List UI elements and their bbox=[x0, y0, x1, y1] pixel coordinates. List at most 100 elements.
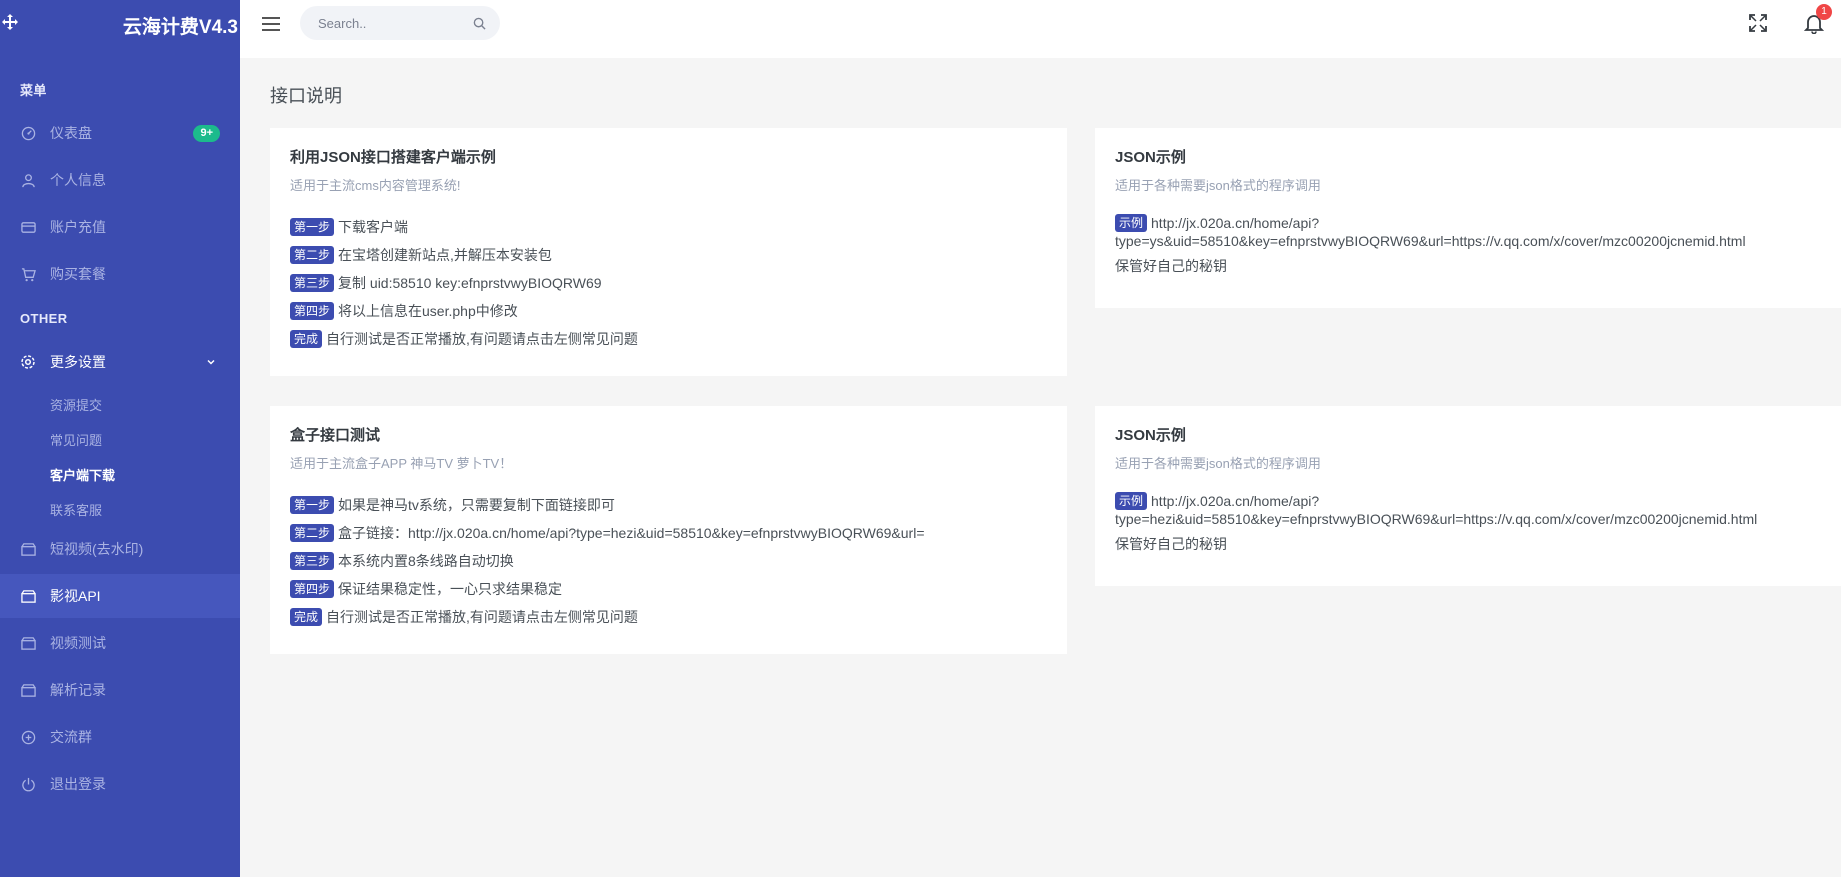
step-item: 完成 自行测试是否正常播放,有问题请点击左侧常见问题 bbox=[290, 326, 1047, 354]
sub-item-contact-support[interactable]: 联系客服 bbox=[50, 500, 102, 519]
plus-circle-icon bbox=[20, 729, 36, 745]
step-text: 保证结果稳定性，一心只求结果稳定 bbox=[338, 581, 563, 597]
sidebar-item-label: 短视频(去水印) bbox=[50, 541, 144, 557]
topbar: 1 bbox=[240, 0, 1841, 58]
card-subtitle: 适用于主流盒子APP 神马TV 萝卜TV！ bbox=[290, 456, 513, 471]
sidebar-item-profile[interactable]: 个人信息 bbox=[0, 158, 240, 202]
step-text: 自行测试是否正常播放,有问题请点击左侧常见问题 bbox=[326, 609, 638, 625]
step-item: 第三步 本系统内置8条线路自动切换 bbox=[290, 548, 1047, 576]
sidebar-item-label: 仪表盘 bbox=[50, 125, 92, 141]
sub-item-resource-submit[interactable]: 资源提交 bbox=[50, 395, 102, 414]
sidebar-item-short-video[interactable]: 短视频(去水印) bbox=[0, 527, 240, 571]
example-url-line1: http://jx.020a.cn/home/api? bbox=[1151, 493, 1320, 509]
step-item: 第一步 如果是神马tv系统，只需要复制下面链接即可 bbox=[290, 492, 1047, 520]
notification-badge: 1 bbox=[1816, 4, 1832, 20]
sidebar-item-api[interactable]: 影视API bbox=[0, 574, 240, 618]
step-item: 第一步 下载客户端 bbox=[290, 214, 1047, 242]
chevron-down-icon bbox=[206, 354, 216, 370]
sub-item-faq[interactable]: 常见问题 bbox=[50, 430, 102, 449]
sidebar-item-label: 交流群 bbox=[50, 729, 92, 745]
step-tag: 第二步 bbox=[290, 246, 335, 264]
box-api-card: 盒子接口测试 适用于主流盒子APP 神马TV 萝卜TV！ 第一步 如果是神马tv系… bbox=[270, 406, 1067, 654]
card-subtitle: 适用于主流cms内容管理系统! bbox=[290, 178, 461, 193]
step-text: 如果是神马tv系统，只需要复制下面链接即可 bbox=[338, 497, 615, 513]
credit-card-icon bbox=[20, 219, 36, 235]
step-tag: 第一步 bbox=[290, 218, 335, 236]
menu-section-label: 菜单 bbox=[20, 83, 47, 98]
step-tag: 第二步 bbox=[290, 524, 335, 542]
sidebar-item-settings[interactable]: 更多设置 bbox=[0, 340, 240, 384]
sidebar-item-label: 影视API bbox=[50, 588, 101, 604]
video-icon bbox=[20, 588, 36, 604]
step-tag: 完成 bbox=[290, 608, 323, 626]
move-arrows-icon[interactable] bbox=[2, 14, 18, 30]
example-tag: 示例 bbox=[1115, 492, 1148, 510]
step-item: 第二步 在宝塔创建新站点,并解压本安装包 bbox=[290, 242, 1047, 270]
menu-toggle-icon[interactable] bbox=[260, 14, 282, 34]
sidebar-item-label: 个人信息 bbox=[50, 172, 106, 188]
sidebar-item-records[interactable]: 解析记录 bbox=[0, 668, 240, 712]
example-url-line2: type=ys&uid=58510&key=efnprstvwyBIOQRW69… bbox=[1115, 233, 1746, 249]
example-tag: 示例 bbox=[1115, 214, 1148, 232]
step-text: 复制 uid:58510 key:efnprstvwyBIOQRW69 bbox=[338, 275, 602, 291]
sidebar-item-buy[interactable]: 购买套餐 bbox=[0, 252, 240, 296]
fullscreen-icon[interactable] bbox=[1748, 13, 1768, 33]
card-title: JSON示例 bbox=[1115, 427, 1186, 444]
step-text: 在宝塔创建新站点,并解压本安装包 bbox=[338, 247, 552, 263]
sidebar-item-logout[interactable]: 退出登录 bbox=[0, 762, 240, 806]
step-text: 下载客户端 bbox=[338, 219, 409, 235]
step-tag: 第三步 bbox=[290, 274, 335, 292]
dashboard-icon bbox=[20, 125, 36, 141]
step-text: 将以上信息在user.php中修改 bbox=[338, 303, 518, 319]
video-icon bbox=[20, 635, 36, 651]
step-tag: 第四步 bbox=[290, 580, 335, 598]
sidebar: 云海计费V4.3 菜单 仪表盘 9+ 个人信息 账户充值 购买套餐 OTHER … bbox=[0, 0, 240, 877]
step-item[interactable]: 第二步 盒子链接：http://jx.020a.cn/home/api?type=… bbox=[290, 520, 1047, 548]
brand-title[interactable]: 云海计费V4.3 bbox=[123, 12, 238, 39]
card-title: 利用JSON接口搭建客户端示例 bbox=[290, 149, 496, 166]
step-item: 完成 自行测试是否正常播放,有问题请点击左侧常见问题 bbox=[290, 604, 1047, 632]
step-text: 盒子链接：http://jx.020a.cn/home/api?type=hez… bbox=[338, 525, 925, 541]
sidebar-item-recharge[interactable]: 账户充值 bbox=[0, 205, 240, 249]
example-url[interactable]: 示例 http://jx.020a.cn/home/api? type=hezi&… bbox=[1115, 492, 1821, 528]
example-url-line1: http://jx.020a.cn/home/api? bbox=[1151, 215, 1320, 231]
sidebar-item-label: 退出登录 bbox=[50, 776, 106, 792]
cart-icon bbox=[20, 266, 36, 282]
page-title: 接口说明 bbox=[270, 86, 342, 106]
step-text: 自行测试是否正常播放,有问题请点击左侧常见问题 bbox=[326, 331, 638, 347]
json-example-card: JSON示例 适用于各种需要json格式的程序调用 示例 http://jx.02… bbox=[1095, 128, 1841, 308]
step-tag: 完成 bbox=[290, 330, 323, 348]
search-box bbox=[300, 6, 500, 40]
gear-icon bbox=[20, 354, 36, 370]
card-title: JSON示例 bbox=[1115, 149, 1186, 166]
search-input[interactable] bbox=[300, 6, 468, 40]
example-url-line2: type=hezi&uid=58510&key=efnprstvwyBIOQRW… bbox=[1115, 511, 1758, 527]
step-tag: 第一步 bbox=[290, 496, 335, 514]
card-subtitle: 适用于各种需要json格式的程序调用 bbox=[1115, 178, 1321, 193]
example-note: 保管好自己的秘钥 bbox=[1115, 536, 1227, 552]
dashboard-badge: 9+ bbox=[193, 125, 220, 142]
sidebar-item-video-test[interactable]: 视频测试 bbox=[0, 621, 240, 665]
sidebar-item-label: 账户充值 bbox=[50, 219, 106, 235]
sidebar-item-label: 视频测试 bbox=[50, 635, 106, 651]
step-tag: 第三步 bbox=[290, 552, 335, 570]
sub-item-client-download[interactable]: 客户端下载 bbox=[50, 465, 115, 484]
sidebar-item-label: 购买套餐 bbox=[50, 266, 106, 282]
sidebar-item-group[interactable]: 交流群 bbox=[0, 715, 240, 759]
step-text: 本系统内置8条线路自动切换 bbox=[338, 553, 514, 569]
steps-list: 第一步 下载客户端 第二步 在宝塔创建新站点,并解压本安装包 第三步 复制 uid:5… bbox=[290, 214, 1047, 354]
card-title: 盒子接口测试 bbox=[290, 427, 381, 444]
video-icon bbox=[20, 541, 36, 557]
step-tag: 第四步 bbox=[290, 302, 335, 320]
user-icon bbox=[20, 172, 36, 188]
step-item: 第四步 保证结果稳定性，一心只求结果稳定 bbox=[290, 576, 1047, 604]
example-url[interactable]: 示例 http://jx.020a.cn/home/api? type=ys&ui… bbox=[1115, 214, 1821, 250]
video-icon bbox=[20, 682, 36, 698]
client-card: 利用JSON接口搭建客户端示例 适用于主流cms内容管理系统! 第一步 下载客户端… bbox=[270, 128, 1067, 376]
sidebar-item-label: 解析记录 bbox=[50, 682, 106, 698]
steps-list: 第一步 如果是神马tv系统，只需要复制下面链接即可 第二步 盒子链接：http://… bbox=[290, 492, 1047, 632]
search-icon[interactable] bbox=[473, 17, 486, 30]
step-item: 第三步 复制 uid:58510 key:efnprstvwyBIOQRW69 bbox=[290, 270, 1047, 298]
sidebar-item-label: 更多设置 bbox=[50, 354, 106, 370]
sidebar-item-dashboard[interactable]: 仪表盘 9+ bbox=[0, 111, 240, 155]
